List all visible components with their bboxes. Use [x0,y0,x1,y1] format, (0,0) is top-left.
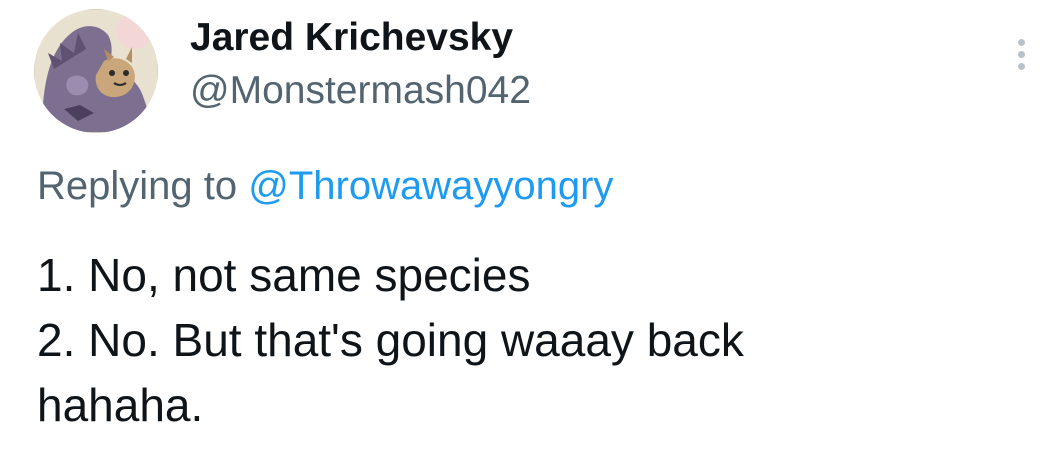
more-vertical-icon [1017,50,1025,58]
tweet-text-line: 1. No, not same species [37,249,531,301]
tweet-text-line: 2. No. But that's going waaay back [37,314,744,366]
more-vertical-icon [1017,62,1025,70]
more-options-button[interactable] [1006,30,1036,78]
replying-to-label: Replying to [37,164,238,208]
tweet-text: 1. No, not same species 2. No. But that'… [37,243,1027,438]
reply-mention-link[interactable]: @Throwawayyongry [248,164,613,208]
replying-to-line: Replying to @Throwawayyongry [37,160,613,212]
author-display-name[interactable]: Jared Krichevsky [190,14,513,62]
author-handle[interactable]: @Monstermash042 [190,67,531,115]
author-avatar[interactable] [34,9,158,133]
avatar-monster-illustration-icon [34,9,158,133]
more-vertical-icon [1017,38,1025,46]
tweet-text-line: hahaha. [37,379,204,431]
